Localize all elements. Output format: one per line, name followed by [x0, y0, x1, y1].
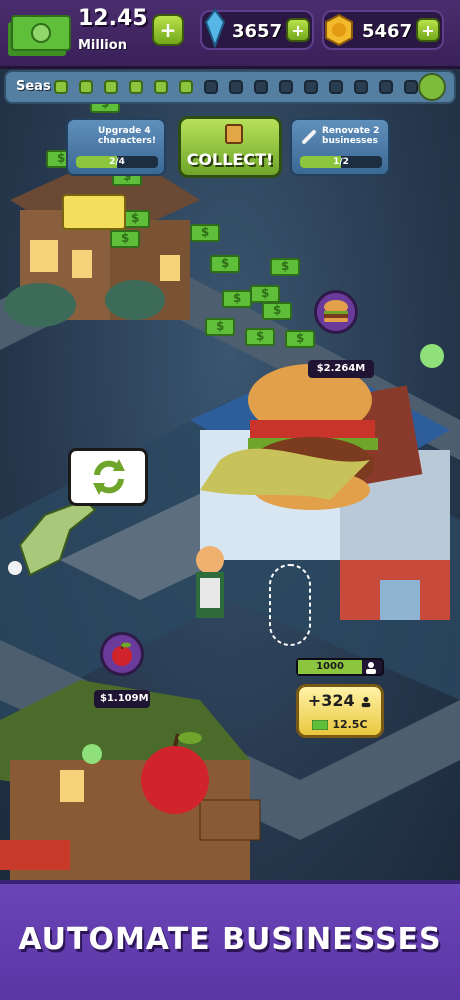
person-icon [366, 662, 376, 674]
apple-farm [0, 680, 261, 880]
season-step-icon [179, 80, 193, 94]
plus-icon: + [291, 20, 305, 40]
refresh-speech-bubble[interactable] [68, 448, 148, 506]
money-value: 12.45 [78, 6, 148, 31]
quest-text: Renovate 2 businesses [322, 126, 380, 146]
burger-icon [324, 300, 348, 322]
burger-income-tag: $2.264M [308, 360, 374, 378]
collect-label: COLLECT! [186, 150, 274, 169]
top-hud: 12.45 Million + 3657 + 5467 + [0, 0, 460, 69]
quest-card-upgrade[interactable]: Upgrade 4 characters! 2/4 [66, 118, 166, 176]
coins-value: 5467 [362, 21, 413, 42]
quest-progress-bar: 1/2 [300, 156, 382, 168]
money-unit: Million [78, 38, 127, 53]
quest-progress-count: 2/4 [109, 157, 125, 167]
wrench-icon [302, 130, 316, 144]
season-step-icon [304, 80, 318, 94]
banner-title: AUTOMATE BUSINESSES [18, 922, 442, 957]
burger-business-marker[interactable] [314, 290, 358, 334]
staff-capacity-bar: 1000 [296, 658, 384, 676]
left-house [4, 150, 200, 327]
season-step-icon [279, 80, 293, 94]
gold-coin-icon [325, 13, 353, 47]
cash-bill-icon [110, 230, 140, 248]
season-step-icon [254, 80, 268, 94]
waitress [196, 546, 224, 618]
season-step-icon [329, 80, 343, 94]
coins-counter: 5467 + [322, 10, 444, 50]
gems-counter: 3657 + [200, 8, 314, 50]
person-icon [361, 696, 371, 707]
gems-value: 3657 [232, 21, 283, 42]
season-progress-bar[interactable]: Seas [4, 70, 456, 104]
hire-staff-button[interactable]: +324 12.5C [296, 684, 384, 738]
building-sign [62, 194, 126, 230]
cash-bill-icon [245, 328, 275, 346]
plus-icon: + [159, 18, 177, 42]
add-coins-button[interactable]: + [416, 18, 440, 42]
add-gems-button[interactable]: + [286, 18, 310, 42]
quest-card-renovate[interactable]: Renovate 2 businesses 1/2 [290, 118, 390, 176]
cash-bill-icon [190, 224, 220, 242]
apple-business-marker[interactable] [100, 632, 144, 676]
cash-bill-icon [250, 285, 280, 303]
cash-icon [311, 719, 329, 731]
gem-icon [204, 8, 226, 48]
hire-amount-label: +324 [307, 691, 355, 710]
cash-bill-icon [270, 258, 300, 276]
cash-bill-icon [205, 318, 235, 336]
season-step-icon [204, 80, 218, 94]
cash-bill-icon [210, 255, 240, 273]
season-step-icon [54, 80, 68, 94]
cash-bill-icon [262, 302, 292, 320]
season-reward-icon[interactable] [418, 73, 446, 101]
refresh-icon [93, 459, 125, 495]
season-label: Seas [16, 79, 51, 94]
promo-banner: AUTOMATE BUSINESSES [0, 880, 460, 1000]
season-step-icon [229, 80, 243, 94]
season-step-icon [154, 80, 168, 94]
hire-cost-label: 12.5C [332, 718, 368, 731]
apple-icon [112, 642, 132, 666]
season-step-icon [354, 80, 368, 94]
season-step-icon [129, 80, 143, 94]
add-money-button[interactable]: + [152, 14, 184, 46]
season-step-icon [104, 80, 118, 94]
season-step-icon [379, 80, 393, 94]
hire-cost: 12.5C [299, 718, 381, 731]
season-step-icon [79, 80, 93, 94]
capacity-value: 1000 [316, 661, 344, 672]
plus-icon: + [421, 20, 435, 40]
cash-bill-icon [222, 290, 252, 308]
quest-text: Upgrade 4 characters! [98, 126, 156, 146]
quest-progress-count: 1/2 [333, 157, 349, 167]
cash-stack-icon [8, 15, 71, 56]
quest-progress-bar: 2/4 [76, 156, 158, 168]
hire-amount: +324 [299, 691, 381, 710]
collect-button[interactable]: COLLECT! [178, 116, 282, 178]
apple-income-tag: $1.109M [94, 690, 150, 708]
season-step-icon [404, 80, 418, 94]
cash-bill-icon [285, 330, 315, 348]
trophy-icon [225, 124, 243, 144]
